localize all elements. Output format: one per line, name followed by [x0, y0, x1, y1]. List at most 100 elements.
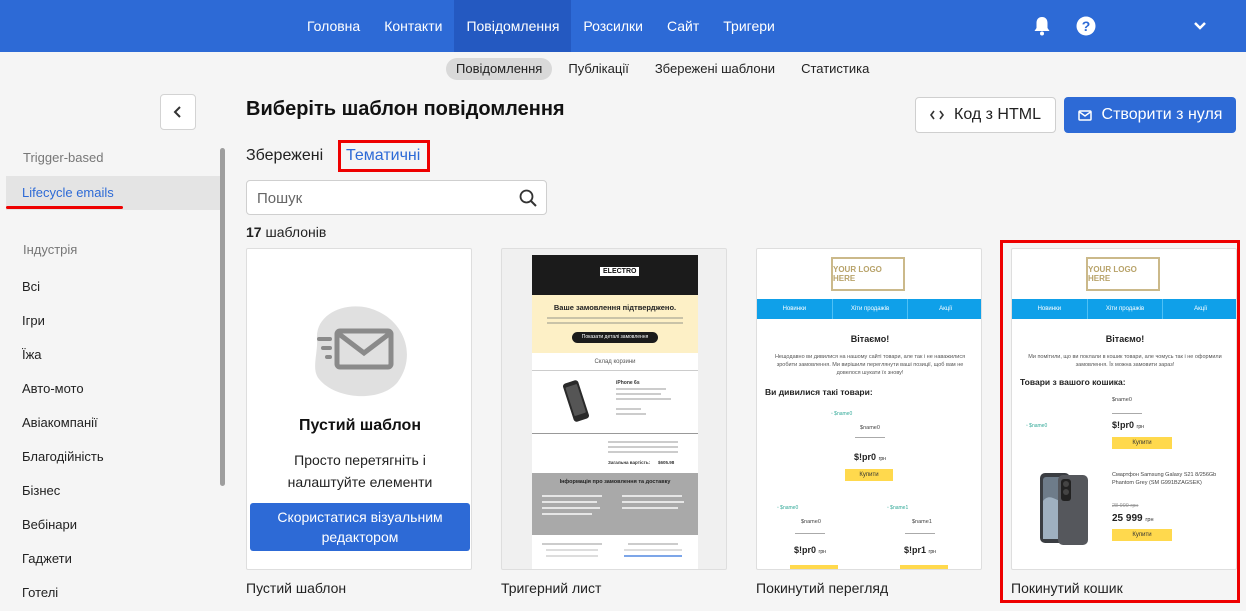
email-item-name: $name1	[912, 519, 932, 525]
sidebar-collapse-button[interactable]	[160, 94, 196, 130]
top-icons: ?	[1032, 0, 1210, 52]
blank-template-description: Просто перетягніть і налаштуйте елементи	[287, 452, 433, 490]
sub-navigation: Повідомлення Публікації Збережені шаблон…	[446, 58, 879, 80]
template-card-blank[interactable]: Пустий шаблон Просто перетягніть і налаш…	[246, 248, 472, 570]
email-menu: Новинки Хіти продажів Акції	[757, 299, 981, 319]
code-icon	[930, 110, 944, 120]
use-visual-editor-button[interactable]: Скористатися візуальним редактором	[250, 503, 470, 551]
email-logo-placeholder: YOUR LOGO HERE	[831, 257, 905, 291]
smartphone-image	[1040, 473, 1088, 545]
email-heading: Ваше замовлення підтверджено.	[553, 303, 677, 312]
email-menu-item: Новинки	[1012, 299, 1088, 319]
email-buy-button: Купити	[1112, 529, 1172, 541]
email-menu-item: Хіти продажів	[1088, 299, 1164, 319]
bell-icon[interactable]	[1032, 16, 1052, 36]
top-navigation-bar: Головна Контакти Повідомлення Розсилки С…	[0, 0, 1246, 52]
subnav-messages[interactable]: Повідомлення	[446, 58, 553, 80]
html-code-button-label: Код з HTML	[954, 106, 1041, 123]
sidebar-item-hotels[interactable]: Готелі	[22, 585, 58, 600]
template-name-trigger-letter: Тригерний лист	[501, 580, 602, 596]
email-price: $!pr0 грн	[1112, 420, 1144, 430]
subnav-statistics[interactable]: Статистика	[791, 58, 879, 80]
envelope-icon	[315, 306, 407, 397]
search-box	[246, 180, 547, 215]
email-price: $!pr0 грн	[854, 452, 886, 462]
email-cart-title: Склад корзини	[594, 359, 636, 365]
chevron-left-icon	[173, 106, 181, 118]
main-nav: Головна Контакти Повідомлення Розсилки С…	[295, 0, 787, 52]
sidebar-item-gadgets[interactable]: Гаджети	[22, 551, 72, 566]
blank-template-title: Пустий шаблон	[299, 417, 421, 434]
email-product-title: Смартфон Samsung Galaxy S21 8/256Gb Phan…	[1112, 472, 1217, 486]
chevron-down-icon[interactable]	[1190, 16, 1210, 36]
sidebar-item-lifecycle-emails[interactable]: Lifecycle emails	[6, 176, 220, 210]
highlight-underline	[6, 206, 123, 209]
email-old-price: 28 999 грн	[1112, 503, 1139, 509]
sidebar-item-games[interactable]: Ігри	[22, 313, 45, 328]
email-details-button: Показати деталі замовлення	[572, 332, 658, 343]
nav-home[interactable]: Головна	[295, 0, 372, 52]
search-icon[interactable]	[519, 189, 537, 207]
template-name-abandoned-browse: Покинутий перегляд	[756, 580, 889, 596]
email-header: ELECTRO	[532, 255, 698, 295]
email-menu-item: Новинки	[757, 299, 833, 319]
email-total: $605.98	[658, 460, 675, 465]
email-logo: ELECTRO	[600, 267, 640, 276]
tab-thematic-highlight: Тематичні	[338, 140, 430, 172]
create-from-scratch-button[interactable]: Створити з нуля	[1064, 97, 1236, 133]
email-text: Ми помітили, що ви поклали в кошик товар…	[1028, 354, 1222, 368]
broken-image-icon: ▫ $name0	[1026, 423, 1048, 429]
nav-campaigns[interactable]: Розсилки	[571, 0, 655, 52]
template-card-abandoned-browse[interactable]: YOUR LOGO HERE Новинки Хіти продажів Акц…	[756, 248, 982, 570]
email-subheading: Ви дивилися такі товари:	[765, 387, 873, 397]
nav-contacts[interactable]: Контакти	[372, 0, 454, 52]
email-menu-item: Акції	[939, 306, 953, 312]
email-greeting: Вітаємо!	[1105, 334, 1145, 344]
svg-text:?: ?	[1082, 18, 1091, 34]
email-price: 25 999 грн	[1112, 513, 1154, 524]
email-item-name: $name0	[860, 425, 880, 431]
html-code-button[interactable]: Код з HTML	[915, 97, 1056, 133]
tab-saved[interactable]: Збережені	[246, 147, 323, 165]
email-price: $!pr0 грн	[794, 545, 826, 555]
nav-site[interactable]: Сайт	[655, 0, 711, 52]
email-buy-button: Купити	[1112, 437, 1172, 449]
nav-messages[interactable]: Повідомлення	[454, 0, 572, 52]
email-menu-item: Хіти продажів	[833, 299, 909, 319]
email-menu: Новинки Хіти продажів Акції	[1012, 299, 1236, 319]
sidebar-item-charity[interactable]: Благодійність	[22, 449, 104, 464]
email-menu-item: Акції	[1194, 306, 1208, 312]
template-name-abandoned-cart: Покинутий кошик	[1011, 580, 1123, 596]
nav-triggers[interactable]: Тригери	[711, 0, 787, 52]
template-card-trigger-letter[interactable]: ELECTRO Ваше замовлення підтверджено. По…	[501, 248, 727, 570]
template-card-abandoned-cart[interactable]: YOUR LOGO HERE Новинки Хіти продажів Акц…	[1011, 248, 1237, 570]
email-buy-button: Купити	[845, 469, 893, 481]
sidebar-item-webinars[interactable]: Вебінари	[22, 517, 77, 532]
template-name-blank: Пустий шаблон	[246, 580, 347, 596]
email-item-name: $name0	[1112, 397, 1132, 403]
subnav-publications[interactable]: Публікації	[558, 58, 638, 80]
email-text: Нещодавно ви дивилися на нашому сайті то…	[774, 354, 966, 376]
tab-thematic[interactable]: Тематичні	[346, 147, 420, 165]
sidebar-item-airlines[interactable]: Авіакомпанії	[22, 415, 98, 430]
sidebar-item-label: Lifecycle emails	[22, 185, 114, 200]
subnav-saved-templates[interactable]: Збережені шаблони	[645, 58, 785, 80]
sidebar-item-all[interactable]: Всі	[22, 279, 40, 294]
email-logo-placeholder: YOUR LOGO HERE	[1086, 257, 1160, 291]
search-input[interactable]	[257, 188, 507, 208]
email-product-name: iPhone 6s	[616, 380, 640, 386]
sidebar-section-trigger-based[interactable]: Trigger-based	[23, 150, 103, 165]
template-count: 17 шаблонів	[246, 224, 326, 240]
broken-image-icon: ▫ $name1	[887, 505, 909, 511]
template-count-label: шаблонів	[265, 224, 327, 240]
sidebar-section-industry: Індустрія	[23, 242, 78, 257]
template-count-number: 17	[246, 224, 262, 240]
sidebar-scrollbar[interactable]	[220, 148, 225, 486]
sidebar-item-business[interactable]: Бізнес	[22, 483, 60, 498]
email-preview: ELECTRO Ваше замовлення підтверджено. По…	[532, 255, 698, 569]
sidebar-item-auto-moto[interactable]: Авто-мото	[22, 381, 84, 396]
sidebar-item-food[interactable]: Їжа	[22, 347, 42, 362]
help-icon[interactable]: ?	[1076, 16, 1096, 36]
broken-image-icon: ▫ $name0	[831, 411, 853, 417]
email-info-title: Інформація про замовлення та доставку	[559, 479, 671, 485]
